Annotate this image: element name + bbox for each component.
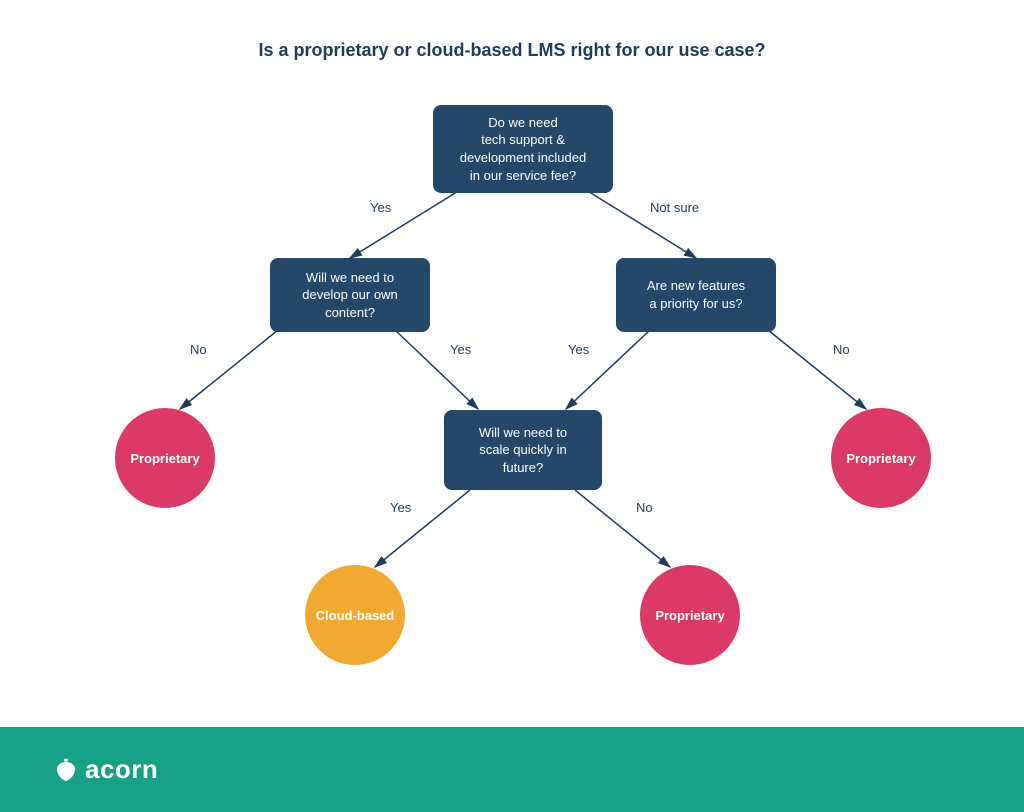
acorn-icon — [55, 758, 77, 782]
result-cloud-based: Cloud-based — [305, 565, 405, 665]
brand-name: acorn — [85, 754, 158, 785]
flowchart-canvas: Is a proprietary or cloud-based LMS righ… — [0, 0, 1024, 812]
edge-label-yes: Yes — [370, 200, 391, 215]
result-proprietary-right: Proprietary — [831, 408, 931, 508]
footer-bar: acorn — [0, 727, 1024, 812]
edge-label-no: No — [190, 342, 207, 357]
question-scale-quickly: Will we need toscale quickly infuture? — [444, 410, 602, 490]
result-proprietary-left: Proprietary — [115, 408, 215, 508]
edge-label-yes: Yes — [568, 342, 589, 357]
result-proprietary-bottom: Proprietary — [640, 565, 740, 665]
edge-label-no: No — [833, 342, 850, 357]
edge-label-yes: Yes — [450, 342, 471, 357]
brand-logo: acorn — [55, 754, 158, 785]
question-new-features: Are new featuresa priority for us? — [616, 258, 776, 332]
edge-label-not-sure: Not sure — [650, 200, 699, 215]
question-tech-support: Do we needtech support &development incl… — [433, 105, 613, 193]
question-develop-content: Will we need todevelop our owncontent? — [270, 258, 430, 332]
page-title: Is a proprietary or cloud-based LMS righ… — [0, 40, 1024, 61]
edge-label-yes: Yes — [390, 500, 411, 515]
edge-label-no: No — [636, 500, 653, 515]
